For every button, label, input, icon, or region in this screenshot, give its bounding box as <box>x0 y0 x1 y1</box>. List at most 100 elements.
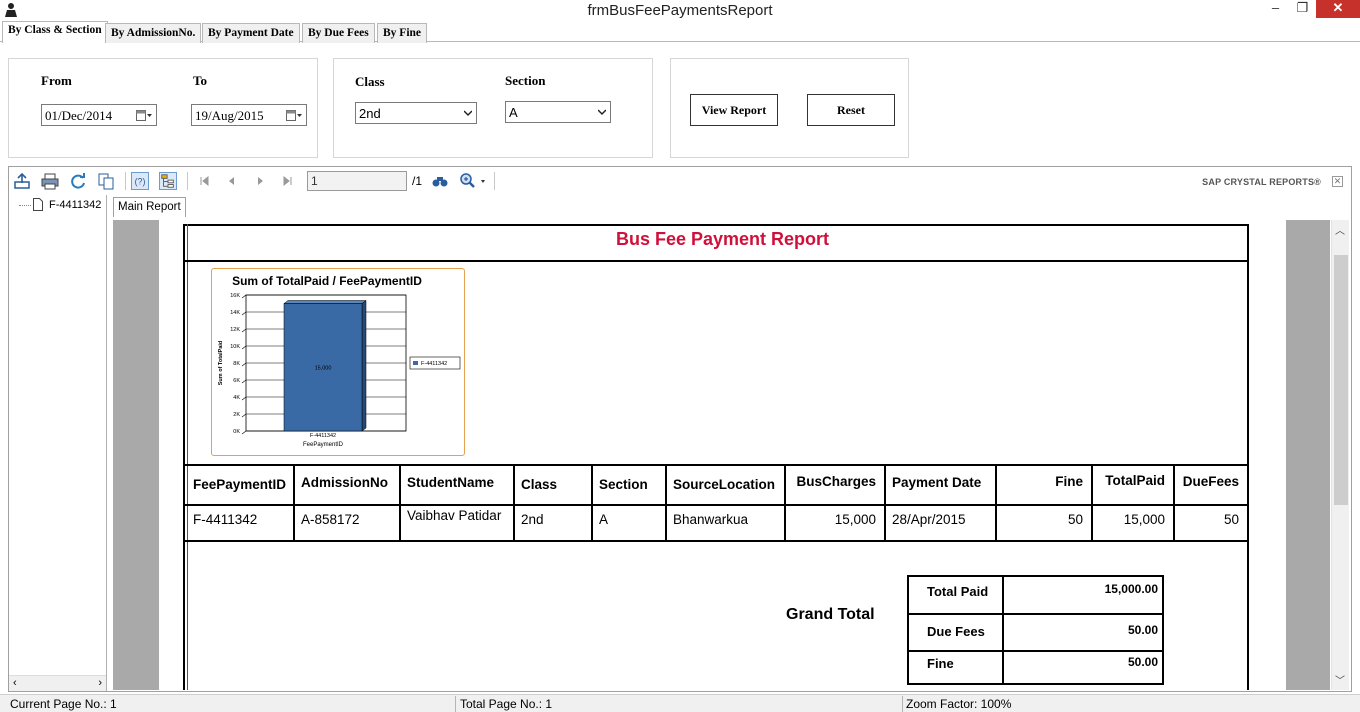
actions-group: View Report Reset <box>670 58 909 158</box>
report-title: Bus Fee Payment Report <box>615 229 830 249</box>
find-icon[interactable] <box>431 172 449 190</box>
table-column-divider <box>513 464 515 540</box>
toggle-group-tree-icon[interactable] <box>159 172 177 190</box>
totals-label: Due Fees <box>927 624 985 639</box>
total-page-status: Total Page No.: 1 <box>460 697 553 711</box>
chart-y-tick-label: 0K <box>233 429 240 435</box>
toolbar-separator <box>125 172 126 190</box>
group-tree-item[interactable]: F-4411342 <box>49 199 101 211</box>
copy-icon[interactable] <box>97 172 115 190</box>
toolbar-separator <box>494 172 495 190</box>
chart-y-axis-label: Sum of TotalPaid <box>218 341 224 386</box>
totals-row-divider <box>909 613 1162 615</box>
chart-gridline-depth <box>241 430 247 435</box>
refresh-icon[interactable] <box>69 172 87 190</box>
class-select[interactable]: 2nd <box>355 102 477 124</box>
next-page-icon[interactable] <box>251 172 269 190</box>
chart-container: Sum of TotalPaid / FeePaymentID 0K 2K 4K 6K 8… <box>211 268 465 456</box>
scroll-left-icon[interactable]: ‹ <box>13 677 17 689</box>
scroll-down-icon[interactable]: ﹀ <box>1335 672 1345 687</box>
chart-x-tick-label: F-4411342 <box>310 433 336 439</box>
tab-by-fine[interactable]: By Fine <box>377 23 428 43</box>
chart-gridline-depth <box>241 311 247 316</box>
tab-by-payment-date[interactable]: By Payment Date <box>202 23 300 43</box>
status-divider <box>455 696 456 712</box>
calendar-dropdown-icon[interactable] <box>286 109 302 122</box>
first-page-icon[interactable] <box>195 172 213 190</box>
chart-y-tick-label: 14K <box>230 310 240 316</box>
report-vertical-scrollbar[interactable]: ︿ ﹀ <box>1331 220 1349 690</box>
tab-by-class-section[interactable]: By Class & Section <box>2 21 108 43</box>
window-title: frmBusFeePaymentsReport <box>587 2 773 19</box>
chart-gridline-depth <box>241 294 247 299</box>
zoom-factor-status: Zoom Factor: 100% <box>906 697 1012 711</box>
tree-horizontal-scrollbar[interactable]: ‹ › <box>9 675 106 691</box>
chart-y-tick-label: 8K <box>233 361 240 367</box>
document-icon <box>33 198 43 211</box>
table-column-divider <box>1091 464 1093 540</box>
scroll-up-icon[interactable]: ︿ <box>1335 222 1345 237</box>
svg-text:(?): (?) <box>135 177 146 187</box>
table-cell: 2nd <box>521 512 544 527</box>
report-preview-area: Bus Fee Payment Report Sum of TotalPaid … <box>113 220 1330 690</box>
export-icon[interactable] <box>13 172 31 190</box>
table-header-cell: Section <box>599 477 648 492</box>
zoom-icon[interactable] <box>459 172 489 190</box>
table-column-divider <box>665 464 667 540</box>
to-date-value: 19/Aug/2015 <box>195 108 264 123</box>
previous-page-icon[interactable] <box>223 172 241 190</box>
totals-value: 15,000.00 <box>1104 582 1158 596</box>
close-viewer-icon[interactable]: ✕ <box>1332 176 1343 187</box>
totals-label: Total Paid <box>927 584 989 599</box>
chart-y-tick-label: 4K <box>233 395 240 401</box>
help-icon[interactable]: (?) <box>131 172 149 190</box>
page-number-input[interactable]: 1 <box>307 171 407 191</box>
report-filter-tabs: By Class & Section By AdmissionNo. By Pa… <box>0 21 1360 43</box>
scroll-right-icon[interactable]: › <box>98 677 102 689</box>
table-column-divider <box>884 464 886 540</box>
chart-y-tick-label: 12K <box>230 327 240 333</box>
tree-connector <box>19 205 31 206</box>
tab-by-due-fees[interactable]: By Due Fees <box>302 23 375 43</box>
last-page-icon[interactable] <box>279 172 297 190</box>
chart-y-tick-label: 6K <box>233 378 240 384</box>
toolbar-separator <box>187 172 188 190</box>
section-select[interactable]: A <box>505 101 611 123</box>
scrollbar-thumb[interactable] <box>1334 255 1348 505</box>
table-column-divider <box>1173 464 1175 540</box>
totals-label: Fine <box>927 656 954 671</box>
main-report-tab[interactable]: Main Report <box>113 197 186 217</box>
print-icon[interactable] <box>41 172 59 190</box>
table-bottom-border <box>185 540 1248 542</box>
table-cell: Bhanwarkua <box>673 512 749 527</box>
table-cell: A <box>599 512 609 527</box>
group-tree-panel: F-4411342 ‹ › <box>9 195 107 691</box>
section-label: Section <box>505 73 546 88</box>
calendar-dropdown-icon[interactable] <box>136 109 152 122</box>
from-date-value: 01/Dec/2014 <box>45 108 113 123</box>
table-column-divider <box>995 464 997 540</box>
total-paid-bar-chart: Sum of TotalPaid / FeePaymentID 0K 2K 4K 6K 8… <box>218 274 461 448</box>
table-cell: 15,000 <box>1123 512 1165 527</box>
reset-button[interactable]: Reset <box>807 94 895 126</box>
report-inner-line <box>187 224 188 690</box>
to-date-picker[interactable]: 19/Aug/2015 <box>191 104 307 126</box>
maximize-button[interactable]: ❐ <box>1289 0 1316 18</box>
title-bar: frmBusFeePaymentsReport – ❐ ✕ <box>0 0 1360 22</box>
table-header-cell: AdmissionNo <box>301 475 389 490</box>
chart-x-axis-label: FeePaymentID <box>303 442 344 448</box>
totals-divider <box>1002 577 1004 683</box>
class-select-value: 2nd <box>359 106 381 121</box>
table-cell: 50 <box>1223 512 1239 527</box>
view-report-button[interactable]: View Report <box>690 94 778 126</box>
minimize-button[interactable]: – <box>1262 0 1289 18</box>
chart-bar-side <box>361 300 367 432</box>
report-page: Bus Fee Payment Report Sum of TotalPaid … <box>159 220 1286 690</box>
grand-total-label: Grand Total <box>786 606 875 623</box>
table-header-cell: TotalPaid <box>1105 473 1165 488</box>
totals-row-divider <box>909 650 1162 652</box>
close-button[interactable]: ✕ <box>1316 0 1360 18</box>
from-date-picker[interactable]: 01/Dec/2014 <box>41 104 157 126</box>
table-column-divider <box>591 464 593 540</box>
tab-by-admission-no[interactable]: By AdmissionNo. <box>105 23 202 43</box>
